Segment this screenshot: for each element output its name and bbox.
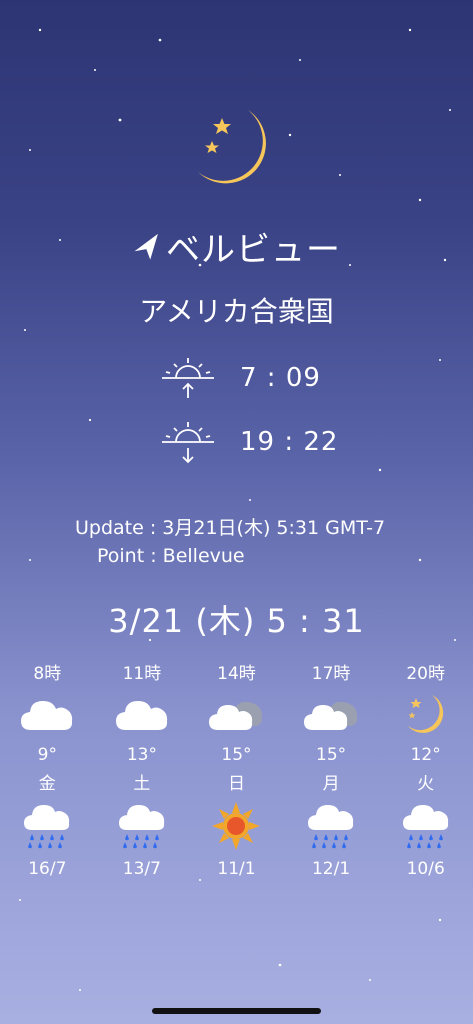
day-temps: 16/7: [28, 859, 67, 879]
hourly-item: 14時 15°: [189, 660, 284, 770]
hour-temp: 9°: [37, 745, 57, 765]
observation-point: Point : Bellevue: [97, 545, 245, 567]
day-temps: 12/1: [311, 859, 351, 879]
day-label: 月: [322, 774, 340, 794]
hourly-item: 17時 15°: [284, 660, 379, 770]
sunrise-icon: [162, 358, 214, 398]
hour-label: 8時: [33, 664, 62, 684]
city-name: ベルビュー: [166, 230, 341, 270]
hour-temp: 13°: [126, 745, 157, 765]
rain-icon: [308, 805, 354, 849]
daily-item: 金 16/7: [0, 770, 95, 884]
location-country: アメリカ合衆国: [139, 295, 334, 328]
day-label: 土: [133, 774, 151, 794]
location-arrow-icon: [134, 233, 158, 260]
moon-stars-icon: [407, 695, 443, 733]
location-city[interactable]: ベルビュー: [0, 222, 473, 271]
hour-label: 17時: [311, 664, 351, 684]
home-indicator[interactable]: [152, 1008, 321, 1014]
cloudy-icon: [209, 701, 263, 730]
day-label: 日: [227, 774, 245, 794]
moon-icon: [198, 110, 266, 184]
day-label: 金: [38, 774, 56, 794]
daily-item: 月 12/1: [284, 770, 379, 884]
daily-forecast: 金 16/7 土 13/7 日 11/1 月 12/1 火 10/6: [0, 770, 473, 884]
update-info: Update : 3月21日(木) 5:31 GMT-7 Point : Bel…: [75, 514, 385, 570]
cloud-icon: [115, 701, 168, 730]
current-datetime: 3/21 (木) 5 : 31: [108, 602, 365, 640]
daily-item: 日 11/1: [189, 770, 284, 884]
rain-icon: [402, 805, 448, 849]
hour-label: 20時: [406, 664, 445, 684]
sunset-icon: [162, 422, 214, 464]
sunrise-row: 7 : 09: [160, 356, 321, 400]
day-temps: 13/7: [122, 859, 161, 879]
hour-label: 11時: [122, 664, 162, 684]
hour-label: 14時: [217, 664, 256, 684]
update-time: Update : 3月21日(木) 5:31 GMT-7: [75, 517, 386, 539]
sunset-time: 19 : 22: [240, 427, 339, 457]
hour-temp: 15°: [221, 745, 252, 765]
cloudy-icon: [304, 701, 358, 730]
hourly-item: 8時 9°: [0, 660, 95, 770]
hourly-item: 20時 12°: [378, 660, 473, 770]
day-temps: 11/1: [217, 859, 256, 879]
daily-item: 火 10/6: [378, 770, 473, 884]
sunrise-time: 7 : 09: [240, 363, 321, 393]
day-temps: 10/6: [406, 859, 445, 879]
rain-icon: [24, 805, 70, 849]
cloud-icon: [21, 701, 73, 730]
day-label: 火: [417, 774, 435, 794]
rain-icon: [118, 805, 165, 849]
hourly-item: 11時 13°: [95, 660, 190, 770]
sunset-row: 19 : 22: [160, 420, 338, 464]
hourly-forecast: 8時 9° 11時 13° 14時 15° 17時 15° 20時 12°: [0, 660, 473, 770]
hour-temp: 12°: [410, 745, 441, 765]
sun-icon: [212, 802, 261, 850]
hour-temp: 15°: [316, 745, 347, 765]
daily-item: 土 13/7: [95, 770, 190, 884]
